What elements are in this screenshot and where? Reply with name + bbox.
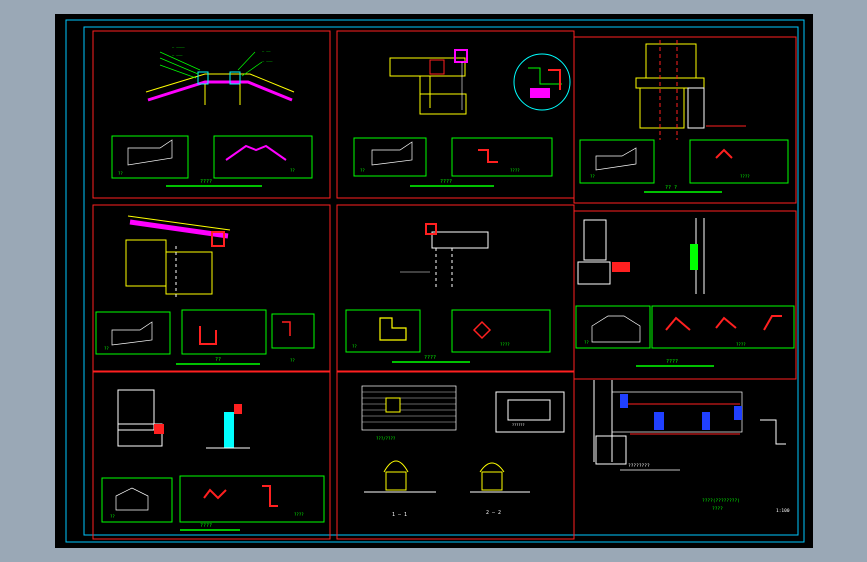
panel-1-note-b: ?? [290,168,295,173]
panel-4-note-a: ?? [104,346,109,351]
panel-8-caption-a: ???/???? [376,436,396,441]
panel-7-note-a: ?? [110,514,115,519]
panel-3-note-a: ?? [590,174,595,179]
panel-9-caption-a: ???????? [628,463,650,469]
panel-2-note-a: ?? [360,168,365,173]
svg-text:— ———: — ——— [172,53,183,57]
panel-5-caption: ???? [424,355,436,361]
panel-4-note-b: ?? [290,358,295,363]
panel-5-note-a: ?? [352,344,357,349]
svg-text:— ————: — ———— [172,45,186,49]
panel-6-note-a: ?? [584,340,589,345]
panel-7-note-b: ???? [294,512,304,517]
panel-1-caption: ???? [200,179,212,185]
panel-9-caption-b: ????(????????) [702,498,740,504]
panel-8-section-1: 1 — 1 [392,512,407,518]
panel-3-note-b: ???? [740,174,750,179]
panel-2-note-b: ???? [510,168,520,173]
panel-7-caption: ???? [200,523,212,529]
sheet-scale-label: 1:100 [776,508,790,514]
panel-1-note-a: ?? [118,171,123,176]
panel-6-caption: ???? [666,359,678,365]
panel-8-box-label: ?????? [512,423,525,427]
panel-4-caption: ?? [215,357,221,363]
panel-9-caption-c: ???? [712,506,723,512]
panel-3-caption: ?? ? [665,185,677,191]
panel-8-section-2: 2 — 2 [486,510,501,516]
cad-drawing-canvas: — ———— — ——— — —— — ——— ???? ?? ?? ???? ?? … [55,14,813,548]
svg-text:— ——: — —— [262,49,271,53]
panel-2-caption: ???? [440,179,452,185]
panel-5-note-b: ???? [500,342,510,347]
svg-text:— ———: — ——— [262,59,273,63]
panel-6-note-b: ???? [736,342,746,347]
